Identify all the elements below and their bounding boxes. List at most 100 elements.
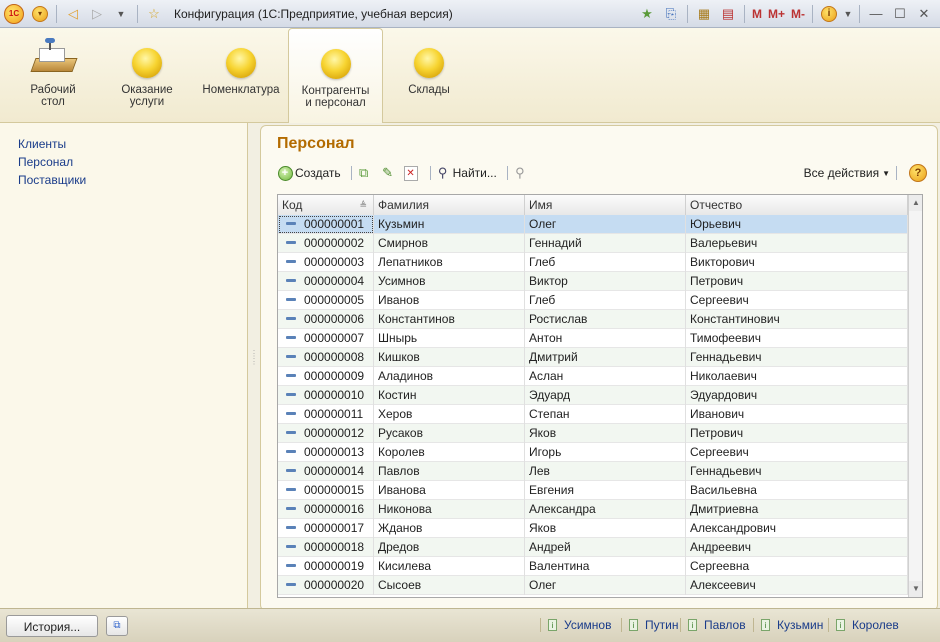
scroll-up-icon[interactable]: ▲ bbox=[909, 195, 922, 211]
table-row[interactable]: 000000014 Павлов Лев Геннадьевич bbox=[278, 462, 908, 481]
forward-arrow-icon[interactable]: ▷ bbox=[87, 4, 107, 24]
section-services[interactable]: Оказание услуги bbox=[104, 28, 190, 122]
favorites-star-icon[interactable]: ☆ bbox=[144, 4, 164, 24]
cell-patronymic-text: Сергеевич bbox=[690, 445, 749, 459]
section-desktop[interactable]: Рабочий стол bbox=[10, 28, 96, 122]
nav-link-suppliers[interactable]: Поставщики bbox=[18, 171, 247, 189]
table-row[interactable]: 000000002 Смирнов Геннадий Валерьевич bbox=[278, 234, 908, 253]
cell-surname: Аладинов bbox=[374, 367, 525, 386]
section-contractors-staff[interactable]: Контрагенты и персонал bbox=[288, 28, 383, 123]
table-row[interactable]: 000000011 Херов Степан Иванович bbox=[278, 405, 908, 424]
cell-patronymic-text: Андреевич bbox=[690, 540, 751, 554]
copy-button[interactable]: ⧉ bbox=[356, 165, 374, 181]
cell-name: Александра bbox=[525, 500, 686, 519]
table-row[interactable]: 000000013 Королев Игорь Сергеевич bbox=[278, 443, 908, 462]
cell-patronymic-text: Иванович bbox=[690, 407, 745, 421]
cell-code: 000000014 bbox=[278, 462, 374, 481]
memory-button-m-minus[interactable]: M- bbox=[788, 7, 808, 21]
section-warehouses[interactable]: Склады bbox=[386, 28, 472, 122]
table-row[interactable]: 000000019 Кисилева Валентина Сергеевна bbox=[278, 557, 908, 576]
table-row[interactable]: 000000010 Костин Эдуард Эдуардович bbox=[278, 386, 908, 405]
column-header-patronymic[interactable]: Отчество bbox=[686, 195, 908, 215]
cell-code: 000000019 bbox=[278, 557, 374, 576]
close-icon[interactable]: ✕ bbox=[914, 4, 934, 24]
column-header-code[interactable]: Код ≜ bbox=[278, 195, 374, 215]
table-row[interactable]: 000000008 Кишков Дмитрий Геннадьевич bbox=[278, 348, 908, 367]
nav-link-clients[interactable]: Клиенты bbox=[18, 135, 247, 153]
calendar-icon[interactable]: ▤ bbox=[718, 4, 738, 24]
recent-item[interactable]: i Королев bbox=[836, 618, 899, 632]
recent-item[interactable]: i Усимнов bbox=[548, 618, 611, 632]
main-form-area: Персонал + Создать ⧉ ✎ ✕ ⚲ Найти... ⚲ Вс… bbox=[258, 123, 940, 611]
cell-patronymic-text: Константинович bbox=[690, 312, 780, 326]
panel-splitter[interactable]: ⋮ ⋮ bbox=[250, 350, 258, 366]
cell-code-text: 000000001 bbox=[304, 217, 365, 231]
table-row[interactable]: 000000006 Константинов Ростислав Константин… bbox=[278, 310, 908, 329]
recent-item[interactable]: i Кузьмин bbox=[761, 618, 823, 632]
catalog-item-icon bbox=[286, 355, 296, 359]
cell-name-text: Андрей bbox=[529, 540, 571, 554]
history-button[interactable]: История... bbox=[6, 615, 98, 637]
memory-button-m-plus[interactable]: M+ bbox=[765, 7, 788, 21]
app-logo-icon[interactable]: 1С bbox=[4, 3, 24, 24]
vertical-scrollbar[interactable]: ▲ ▼ bbox=[908, 195, 922, 597]
cell-name-text: Игорь bbox=[529, 445, 562, 459]
table-row[interactable]: 000000009 Аладинов Аслан Николаевич bbox=[278, 367, 908, 386]
column-header-surname[interactable]: Фамилия bbox=[374, 195, 525, 215]
table-row[interactable]: 000000004 Усимнов Виктор Петрович bbox=[278, 272, 908, 291]
calculator-icon[interactable]: ▦ bbox=[694, 4, 714, 24]
cell-patronymic: Иванович bbox=[686, 405, 908, 424]
create-button[interactable]: + Создать bbox=[277, 165, 341, 181]
cell-surname-text: Королев bbox=[378, 445, 425, 459]
pencil-icon: ✎ bbox=[382, 165, 394, 180]
title-tools: ★ ⎘ ▦ ▤ M M+ M- i ▼ — ☐ ✕ bbox=[635, 4, 936, 24]
scroll-down-icon[interactable]: ▼ bbox=[909, 581, 922, 597]
table-row[interactable]: 000000001 Кузьмин Олег Юрьевич bbox=[278, 215, 908, 234]
add-favorite-icon[interactable]: ★ bbox=[637, 4, 657, 24]
sort-ascending-icon: ≜ bbox=[359, 200, 367, 210]
recent-item[interactable]: i Путин bbox=[629, 618, 678, 632]
cell-patronymic-text: Сергеевна bbox=[690, 559, 750, 573]
table-row[interactable]: 000000016 Никонова Александра Дмитриевна bbox=[278, 500, 908, 519]
section-label: Рабочий стол bbox=[30, 84, 76, 108]
cell-surname-text: Сысоев bbox=[378, 578, 422, 592]
info-icon[interactable]: i bbox=[819, 4, 839, 24]
history-dropdown-icon[interactable]: ▼ bbox=[111, 4, 131, 24]
cell-patronymic-text: Алексеевич bbox=[690, 578, 756, 592]
table-row[interactable]: 000000005 Иванов Глеб Сергеевич bbox=[278, 291, 908, 310]
cell-name: Степан bbox=[525, 405, 686, 424]
table-row[interactable]: 000000018 Дредов Андрей Андреевич bbox=[278, 538, 908, 557]
info-dropdown-icon[interactable]: ▼ bbox=[843, 4, 853, 24]
cell-patronymic: Геннадьевич bbox=[686, 348, 908, 367]
nav-link-staff[interactable]: Персонал bbox=[18, 153, 247, 171]
main-menu-icon[interactable]: ▾ bbox=[30, 4, 50, 24]
column-header-name[interactable]: Имя bbox=[525, 195, 686, 215]
delete-button[interactable]: ✕ bbox=[403, 165, 420, 181]
windows-list-icon[interactable]: ⧉ bbox=[106, 616, 128, 636]
back-arrow-icon[interactable]: ◁ bbox=[63, 4, 83, 24]
link-icon[interactable]: ⎘ bbox=[661, 4, 681, 24]
table-row[interactable]: 000000003 Лепатников Глеб Викторович bbox=[278, 253, 908, 272]
table-row[interactable]: 000000017 Жданов Яков Александрович bbox=[278, 519, 908, 538]
recent-item[interactable]: i Павлов bbox=[688, 618, 746, 632]
edit-button[interactable]: ✎ bbox=[380, 165, 398, 181]
table-row[interactable]: 000000015 Иванова Евгения Васильевна bbox=[278, 481, 908, 500]
cell-patronymic-text: Сергеевич bbox=[690, 293, 749, 307]
find-button[interactable]: ⚲ Найти... bbox=[435, 165, 497, 181]
cancel-search-button[interactable]: ⚲ bbox=[512, 165, 530, 181]
staff-table[interactable]: Код ≜ Фамилия Имя Отчество 000000001 Кузь… bbox=[277, 194, 923, 598]
cell-patronymic-text: Васильевна bbox=[690, 483, 757, 497]
table-row[interactable]: 000000007 Шнырь Антон Тимофеевич bbox=[278, 329, 908, 348]
all-actions-menu[interactable]: Все действия ▼ bbox=[804, 166, 901, 180]
table-row[interactable]: 000000012 Русаков Яков Петрович bbox=[278, 424, 908, 443]
table-row[interactable]: 000000020 Сысоев Олег Алексеевич bbox=[278, 576, 908, 595]
minimize-icon[interactable]: — bbox=[866, 4, 886, 24]
cell-name-text: Александра bbox=[529, 502, 596, 516]
maximize-icon[interactable]: ☐ bbox=[890, 4, 910, 24]
catalog-item-icon bbox=[286, 260, 296, 264]
cell-patronymic: Юрьевич bbox=[686, 215, 908, 234]
cell-surname-text: Никонова bbox=[378, 502, 432, 516]
help-icon[interactable]: ? bbox=[909, 164, 927, 182]
section-nomenclature[interactable]: Номенклатура bbox=[197, 28, 285, 122]
memory-button-m[interactable]: M bbox=[749, 7, 765, 21]
